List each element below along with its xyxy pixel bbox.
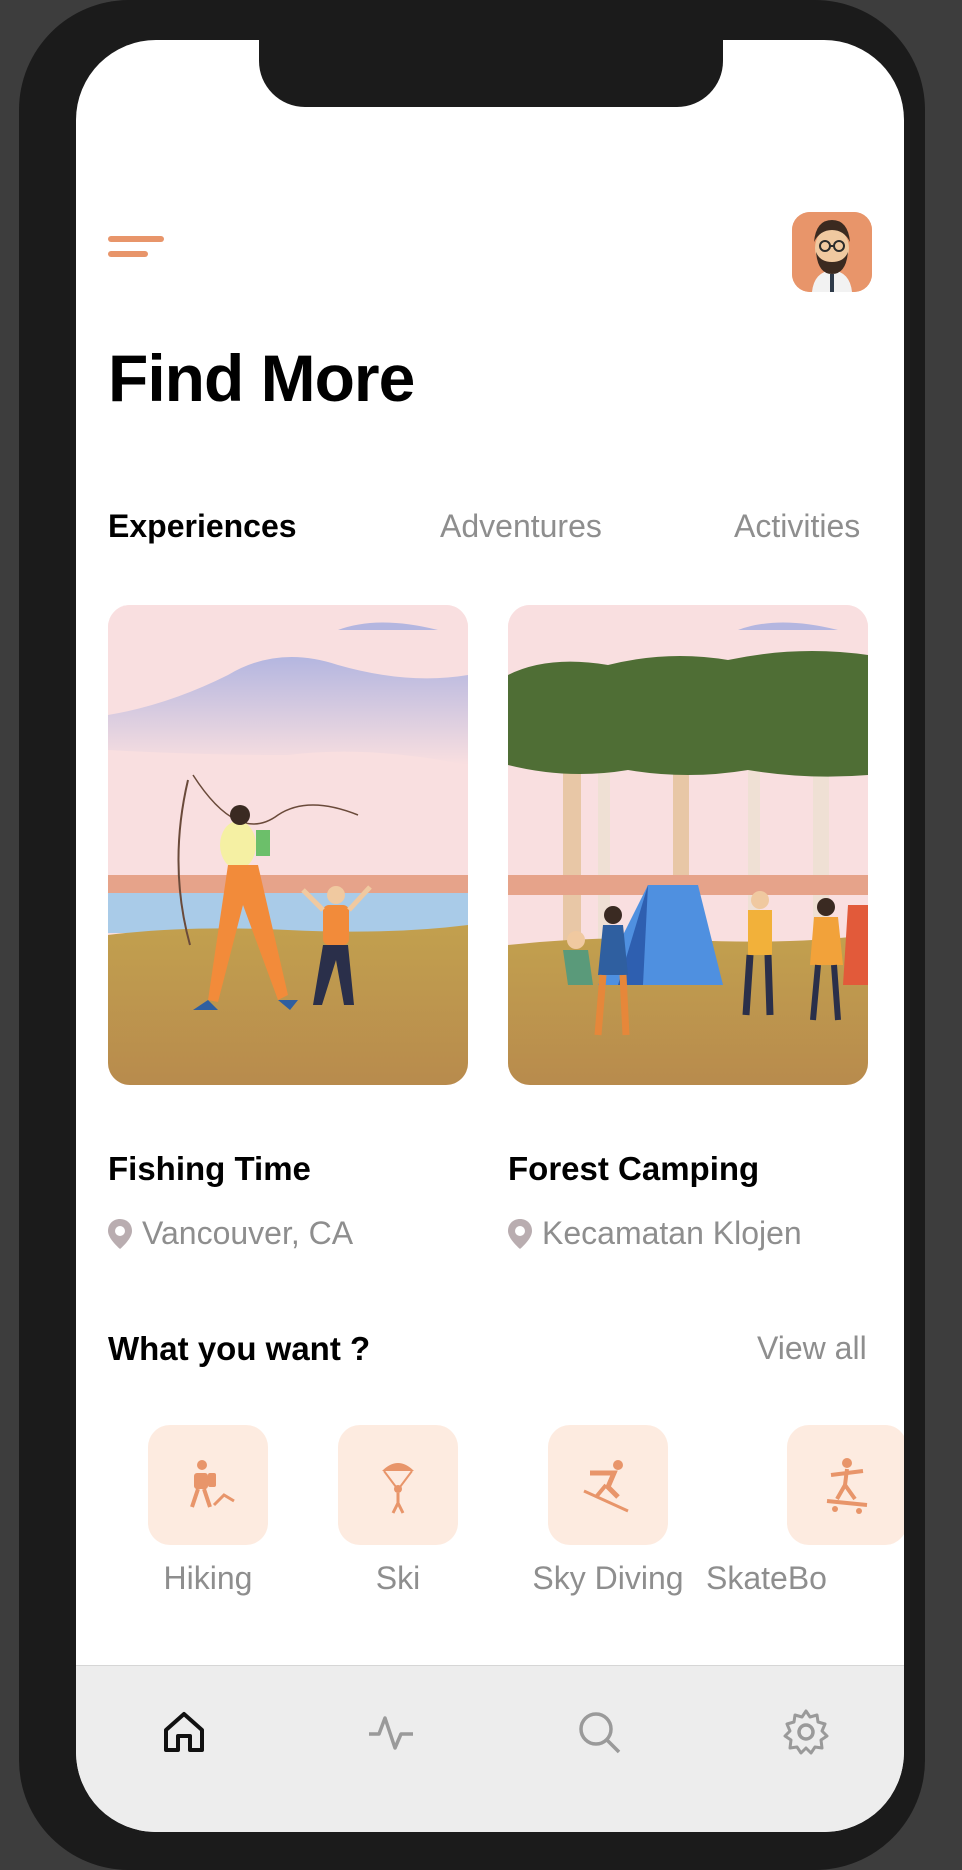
activity-icon [369,1716,413,1750]
location-pin-icon [108,1218,132,1249]
tab-experiences[interactable]: Experiences [108,508,297,545]
category-label-ski: Ski [375,1560,421,1596]
category-label-sky-diving: Sky Diving [532,1560,684,1596]
search-icon [579,1712,621,1754]
view-all-link[interactable]: View all [757,1330,867,1367]
camping-illustration [508,605,868,1085]
menu-icon-line [108,251,148,257]
app-screen: Find More Experiences Adventures Activit… [76,40,904,1832]
menu-icon [108,236,164,242]
card-location: Vancouver, CA [108,1215,353,1252]
user-avatar[interactable] [792,212,872,292]
location-text: Kecamatan Klojen [542,1215,802,1251]
avatar-illustration [792,212,872,292]
phone-frame: Find More Experiences Adventures Activit… [19,0,925,1870]
section-title: What you want ? [108,1330,371,1367]
card-location: Kecamatan Klojen [508,1215,802,1252]
category-hiking[interactable] [148,1425,268,1545]
experience-card-fishing[interactable] [108,605,468,1085]
settings-icon [783,1709,829,1755]
tabbar-search[interactable] [569,1702,629,1762]
skiing-icon [583,1460,629,1513]
tabbar-activity[interactable] [361,1702,421,1762]
tab-adventures[interactable]: Adventures [440,508,602,545]
home-icon [164,1712,204,1752]
card-title: Fishing Time [108,1150,311,1187]
hiking-icon [190,1460,235,1508]
tabbar-settings[interactable] [776,1702,836,1762]
category-label-skateboard: SkateBo [706,1560,827,1596]
skateboard-icon [826,1458,868,1514]
category-skateboard[interactable] [787,1425,904,1545]
category-sky-diving[interactable] [548,1425,668,1545]
parachute-icon [382,1463,414,1514]
page-title: Find More [108,341,415,415]
category-ski[interactable] [338,1425,458,1545]
bottom-tab-bar [76,1665,904,1832]
category-label-hiking: Hiking [163,1560,253,1596]
location-pin-icon [508,1218,532,1249]
tab-activities[interactable]: Activities [734,508,860,545]
experience-card-camping[interactable] [508,605,868,1085]
location-text: Vancouver, CA [142,1215,354,1251]
fishing-illustration [108,605,468,1085]
tabbar-home[interactable] [154,1702,214,1762]
device-notch [259,40,723,107]
menu-button[interactable] [108,236,164,268]
card-title: Forest Camping [508,1150,760,1187]
